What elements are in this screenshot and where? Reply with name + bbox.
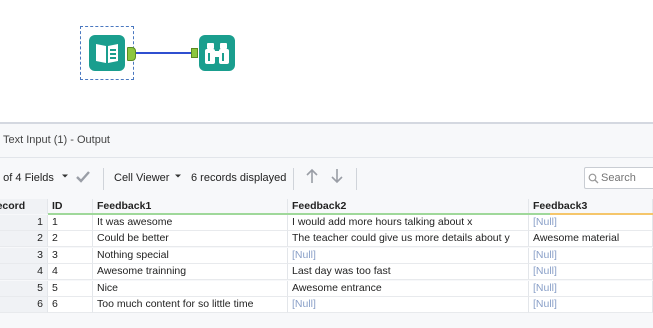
chevron-down-icon[interactable] bbox=[61, 171, 69, 183]
search-input[interactable] bbox=[601, 170, 653, 186]
column-header-id[interactable]: ID bbox=[48, 199, 93, 214]
input-anchor[interactable] bbox=[191, 48, 198, 58]
cell-record[interactable]: 2 bbox=[0, 231, 48, 248]
cell-record[interactable]: 6 bbox=[0, 297, 48, 313]
cell-id[interactable]: 5 bbox=[48, 280, 93, 297]
cell-feedback1[interactable]: Too much content for so little time bbox=[93, 297, 288, 313]
search-icon bbox=[588, 173, 599, 184]
output-anchor[interactable] bbox=[127, 47, 136, 61]
cell-feedback3[interactable]: [Null] bbox=[529, 264, 653, 281]
table-row[interactable]: 2 2 Could be better The teacher could give … bbox=[0, 231, 653, 248]
cell-record[interactable]: 3 bbox=[0, 247, 48, 264]
results-pane: Text Input (1) - Output 4 of 4 Fields Ce… bbox=[0, 122, 653, 328]
cell-feedback3[interactable]: Awesome material bbox=[529, 231, 653, 248]
cell-feedback1[interactable]: Could be better bbox=[93, 231, 288, 248]
cell-feedback1[interactable]: Nothing special bbox=[93, 247, 288, 264]
table-row[interactable]: 5 5 Nice Awesome entrance [Null] bbox=[0, 280, 653, 297]
browse-binoculars-icon bbox=[205, 43, 229, 64]
cell-feedback3[interactable]: [Null] bbox=[529, 280, 653, 297]
column-header-feedback1[interactable]: Feedback1 bbox=[93, 199, 288, 214]
arrow-up-icon[interactable] bbox=[305, 168, 319, 187]
cell-id[interactable]: 2 bbox=[48, 231, 93, 248]
fields-selector[interactable]: 4 of 4 Fields bbox=[0, 172, 54, 184]
arrow-down-icon[interactable] bbox=[330, 168, 344, 187]
table-row[interactable]: 4 4 Awesome trainning Last day was too fast… bbox=[0, 264, 653, 281]
column-header-record[interactable]: Record bbox=[0, 199, 48, 214]
cell-feedback2[interactable]: Last day was too fast bbox=[288, 264, 529, 281]
toolbar-divider bbox=[356, 168, 357, 190]
results-title: Text Input (1) - Output bbox=[3, 134, 110, 146]
cell-record[interactable]: 4 bbox=[0, 264, 48, 281]
records-count: 6 records displayed bbox=[191, 172, 287, 184]
toolbar-divider bbox=[293, 168, 294, 190]
chevron-down-icon[interactable] bbox=[174, 171, 182, 183]
browse-tool[interactable] bbox=[199, 35, 235, 71]
table-row[interactable]: 6 6 Too much content for so little time [Nu… bbox=[0, 297, 653, 313]
toolbar-divider bbox=[103, 168, 104, 190]
cell-record[interactable]: 5 bbox=[0, 280, 48, 297]
cell-feedback1[interactable]: Awesome trainning bbox=[93, 264, 288, 281]
cell-feedback2[interactable]: I would add more hours talking about x bbox=[288, 215, 529, 231]
text-input-tool[interactable] bbox=[80, 26, 136, 80]
cell-feedback2[interactable]: The teacher could give us more details a… bbox=[288, 231, 529, 248]
column-header-feedback3[interactable]: Feedback3 bbox=[529, 199, 653, 214]
cell-feedback1[interactable]: It was awesome bbox=[93, 215, 288, 231]
text-input-book-icon bbox=[89, 35, 125, 71]
cell-feedback3[interactable]: [Null] bbox=[529, 297, 653, 313]
cell-feedback3[interactable]: [Null] bbox=[529, 215, 653, 231]
cell-viewer-selector[interactable]: Cell Viewer bbox=[114, 172, 169, 184]
cell-feedback2[interactable]: [Null] bbox=[288, 297, 529, 313]
search-box[interactable] bbox=[584, 167, 653, 189]
cell-feedback1[interactable]: Nice bbox=[93, 280, 288, 297]
column-header-feedback2[interactable]: Feedback2 bbox=[288, 199, 529, 214]
cell-feedback2[interactable]: [Null] bbox=[288, 247, 529, 264]
workflow-canvas[interactable] bbox=[0, 0, 653, 122]
cell-id[interactable]: 3 bbox=[48, 247, 93, 264]
cell-feedback3[interactable]: [Null] bbox=[529, 247, 653, 264]
table-row[interactable]: 1 1 It was awesome I would add more hours t… bbox=[0, 215, 653, 231]
cell-id[interactable]: 4 bbox=[48, 264, 93, 281]
cell-record[interactable]: 1 bbox=[0, 215, 48, 231]
cell-id[interactable]: 6 bbox=[48, 297, 93, 313]
apply-checkmark-icon[interactable] bbox=[75, 170, 91, 187]
results-toolbar: 4 of 4 Fields Cell Viewer 6 records disp… bbox=[0, 157, 653, 201]
cell-feedback2[interactable]: Awesome entrance bbox=[288, 280, 529, 297]
connection-line[interactable] bbox=[136, 52, 192, 54]
header-row: Record ID Feedback1 Feedback2 Feedback3 bbox=[0, 199, 653, 215]
table-row[interactable]: 3 3 Nothing special [Null] [Null] bbox=[0, 247, 653, 264]
cell-id[interactable]: 1 bbox=[48, 215, 93, 231]
